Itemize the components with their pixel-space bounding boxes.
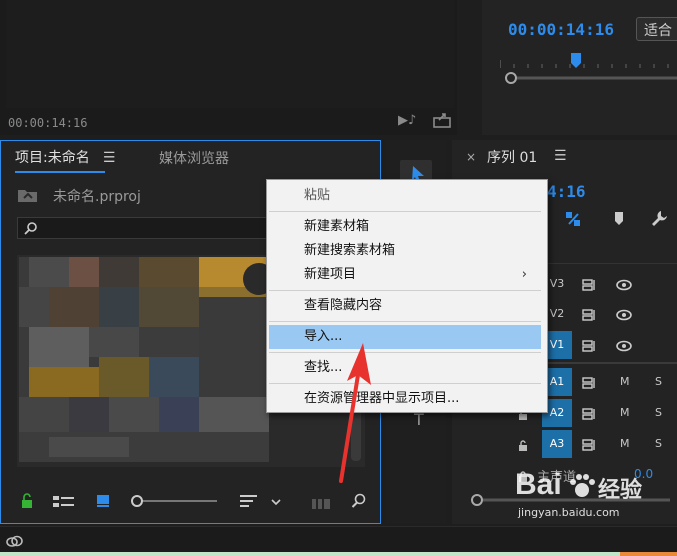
menu-item-new-search-bin[interactable]: 新建搜索素材箱 <box>269 239 541 263</box>
submenu-chevron-icon: › <box>521 267 527 282</box>
menu-separator <box>269 211 541 212</box>
menu-separator <box>269 383 541 384</box>
hamburger-menu-icon[interactable]: ☰ <box>103 150 116 166</box>
status-strip <box>0 552 677 556</box>
eye-icon[interactable] <box>616 307 632 321</box>
program-ruler[interactable] <box>499 55 677 69</box>
fit-zoom-label: 适合 <box>644 23 672 39</box>
tab-project-underline <box>15 171 105 173</box>
clip-thumbnail[interactable] <box>19 257 275 462</box>
mute-button[interactable]: M <box>620 375 630 388</box>
track-lock-icon[interactable] <box>517 437 529 451</box>
project-filename: 未命名.prproj <box>53 189 141 205</box>
tab-project[interactable]: 项目:未命名 ☰ <box>15 147 115 169</box>
search-icon <box>24 220 38 239</box>
find-icon[interactable] <box>351 493 367 509</box>
program-playhead[interactable] <box>570 53 582 69</box>
paw-icon <box>568 472 596 504</box>
menu-item-new-bin[interactable]: 新建素材箱 <box>269 215 541 239</box>
solo-button[interactable]: S <box>655 437 662 450</box>
menu-item-import[interactable]: 导入... <box>269 325 541 349</box>
menu-separator <box>269 290 541 291</box>
track-a3[interactable]: A3 M S <box>455 429 677 459</box>
menu-item-reveal-in-explorer[interactable]: 在资源管理器中显示项目... <box>269 387 541 411</box>
close-icon[interactable]: × <box>466 150 476 164</box>
source-monitor-panel: 00:00:14:16 ▶♪ <box>0 0 457 135</box>
eye-icon[interactable] <box>616 277 632 291</box>
sync-lock-icon[interactable] <box>582 375 596 389</box>
list-view-icon[interactable] <box>53 494 75 508</box>
context-menu: 粘贴 新建素材箱 新建搜索素材箱 新建项目 › 查看隐藏内容 导入... 查找.… <box>266 179 548 413</box>
tab-project-label: 项目:未命名 <box>15 150 90 166</box>
sync-lock-icon[interactable] <box>582 277 596 291</box>
automate-to-sequence-icon[interactable] <box>312 495 332 509</box>
sync-lock-icon[interactable] <box>582 406 596 420</box>
sync-lock-icon[interactable] <box>582 338 596 352</box>
zoom-scroll-bar[interactable] <box>504 70 677 86</box>
mute-button[interactable]: M <box>620 437 630 450</box>
watermark-brand: Bai <box>515 468 562 501</box>
solo-button[interactable]: S <box>655 406 662 419</box>
chevron-down-icon[interactable] <box>270 493 282 506</box>
export-frame-icon[interactable] <box>432 112 452 128</box>
watermark-url: jingyan.baidu.com <box>518 506 620 519</box>
linked-selection-icon[interactable] <box>564 210 582 228</box>
sync-lock-icon[interactable] <box>582 307 596 321</box>
fit-zoom-dropdown[interactable]: 适合 <box>636 17 677 41</box>
search-field[interactable] <box>17 217 269 239</box>
menu-item-find[interactable]: 查找... <box>269 356 541 380</box>
menu-separator <box>269 352 541 353</box>
track-label[interactable]: A3 <box>542 430 572 458</box>
tab-sequence[interactable]: 序列 01 <box>487 147 537 167</box>
menu-item-new-item[interactable]: 新建项目 › <box>269 263 541 287</box>
menu-item-new-item-label: 新建项目 <box>304 267 357 282</box>
program-timecode: 00:00:14:16 <box>508 20 614 39</box>
creative-cloud-icon[interactable] <box>6 533 24 547</box>
solo-button[interactable]: S <box>655 375 662 388</box>
tab-media-browser[interactable]: 媒体浏览器 <box>159 148 229 168</box>
add-marker-icon[interactable] <box>612 211 626 227</box>
menu-item-paste[interactable]: 粘贴 <box>269 184 541 208</box>
sequence-menu-icon[interactable]: ☰ <box>554 148 567 164</box>
eye-icon[interactable] <box>616 338 632 352</box>
folder-up-icon[interactable] <box>17 187 39 203</box>
menu-item-view-hidden[interactable]: 查看隐藏内容 <box>269 294 541 318</box>
source-monitor-viewer <box>6 0 454 108</box>
icon-view-icon[interactable] <box>96 493 112 509</box>
annotation-arrow <box>325 335 375 485</box>
baidu-jingyan-watermark: Bai 经验 jingyan.baidu.com <box>510 466 670 526</box>
timeline-timecode: 4:16 <box>547 182 586 201</box>
wrench-icon[interactable] <box>650 209 668 227</box>
menu-separator <box>269 321 541 322</box>
sort-icon[interactable] <box>239 493 259 509</box>
watermark-brand-2: 经验 <box>598 478 643 503</box>
lock-icon[interactable] <box>19 493 35 509</box>
zoom-slider[interactable] <box>129 493 219 509</box>
source-timecode: 00:00:14:16 <box>8 116 88 130</box>
status-strip-accent <box>620 552 677 556</box>
audio-only-icon[interactable]: ▶♪ <box>398 114 418 128</box>
status-bar <box>0 526 677 556</box>
program-monitor-panel: 00:00:14:16 适合 <box>482 0 677 135</box>
mute-button[interactable]: M <box>620 406 630 419</box>
sync-lock-icon[interactable] <box>582 437 596 451</box>
